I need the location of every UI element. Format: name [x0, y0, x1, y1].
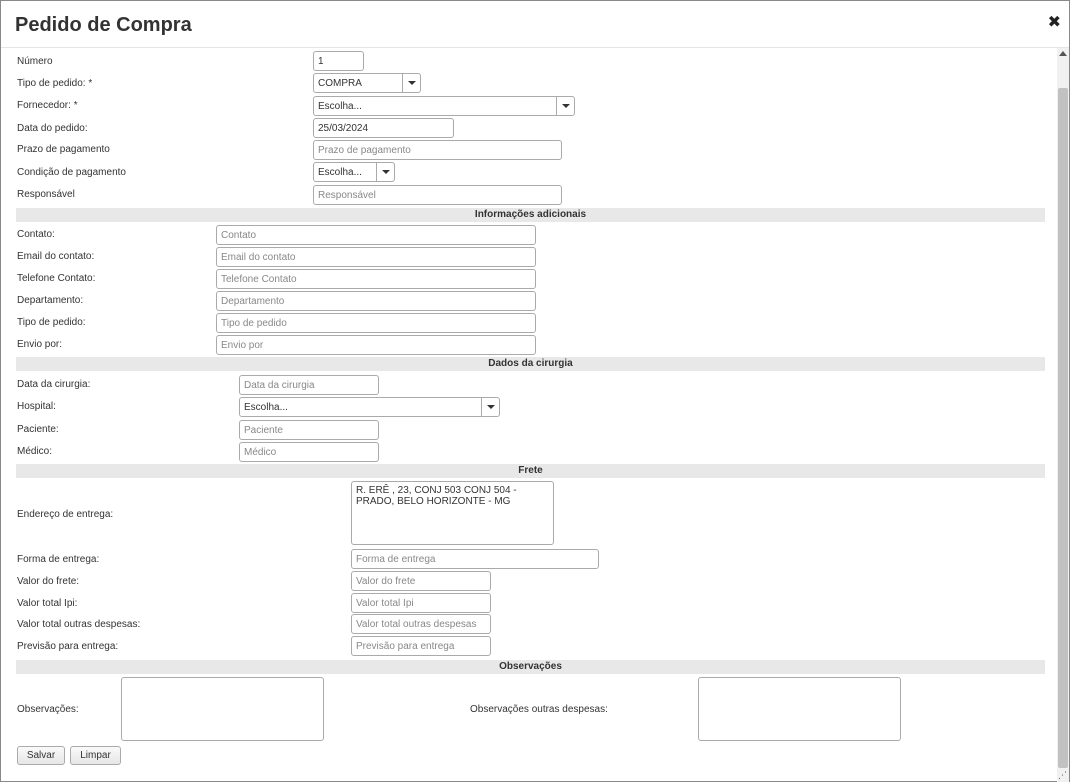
envio-input[interactable]: [216, 335, 536, 355]
info-tipo-pedido-input[interactable]: [216, 313, 536, 333]
dialog-titlebar: Pedido de Compra ✖: [1, 1, 1069, 48]
data-pedido-input[interactable]: [313, 118, 454, 138]
section-info-header: Informações adicionais: [16, 208, 1045, 222]
valor-ipi-input[interactable]: [351, 593, 491, 613]
section-observacoes-header: Observações: [16, 660, 1045, 674]
prazo-pagamento-input[interactable]: [313, 140, 562, 160]
vertical-scrollbar[interactable]: [1057, 48, 1069, 782]
hospital-select[interactable]: Escolha...: [239, 397, 500, 417]
condicao-pagamento-label: Condição de pagamento: [17, 167, 126, 178]
clear-button[interactable]: Limpar: [70, 746, 121, 765]
observacoes-outras-label: Observações outras despesas:: [470, 704, 608, 715]
required-marker: *: [88, 78, 93, 89]
departamento-label: Departamento:: [17, 295, 84, 306]
chevron-down-icon[interactable]: [556, 97, 574, 115]
medico-input[interactable]: [239, 442, 379, 462]
tipo-pedido-label: Tipo de pedido: *: [17, 78, 93, 89]
valor-outras-label: Valor total outras despesas:: [17, 619, 141, 630]
hospital-value: Escolha...: [244, 402, 288, 413]
numero-label: Número: [17, 56, 53, 67]
contato-input[interactable]: [216, 225, 536, 245]
tipo-pedido-value: COMPRA: [318, 78, 362, 89]
contato-label: Contato:: [17, 229, 55, 240]
chevron-down-icon[interactable]: [402, 74, 420, 92]
endereco-label: Endereço de entrega:: [17, 509, 114, 520]
email-input[interactable]: [216, 247, 536, 267]
info-tipo-pedido-label: Tipo de pedido:: [17, 317, 86, 328]
observacoes-label: Observações:: [17, 704, 79, 715]
fornecedor-label: Fornecedor: *: [17, 100, 78, 111]
data-cirurgia-label: Data da cirurgia:: [17, 379, 91, 390]
envio-label: Envio por:: [17, 339, 63, 350]
section-frete-header: Frete: [16, 464, 1045, 478]
telefone-label: Telefone Contato:: [17, 273, 96, 284]
previsao-input[interactable]: [351, 636, 491, 656]
hospital-label: Hospital:: [17, 401, 56, 412]
previsao-label: Previsão para entrega:: [17, 641, 119, 652]
condicao-pagamento-select[interactable]: Escolha...: [313, 162, 395, 182]
departamento-input[interactable]: [216, 291, 536, 311]
chevron-down-icon[interactable]: [376, 163, 394, 181]
email-label: Email do contato:: [17, 251, 95, 262]
fornecedor-value: Escolha...: [318, 101, 362, 112]
endereco-textarea[interactable]: R. ERÊ , 23, CONJ 503 CONJ 504 - PRADO, …: [351, 481, 554, 545]
medico-label: Médico:: [17, 446, 53, 457]
prazo-pagamento-label: Prazo de pagamento: [17, 144, 110, 155]
valor-ipi-label: Valor total Ipi:: [17, 598, 78, 609]
forma-entrega-input[interactable]: [351, 549, 599, 569]
scrollbar-thumb[interactable]: [1058, 88, 1068, 768]
forma-entrega-label: Forma de entrega:: [17, 554, 100, 565]
tipo-pedido-select[interactable]: COMPRA: [313, 73, 421, 93]
chevron-down-icon[interactable]: [481, 398, 499, 416]
condicao-pagamento-value: Escolha...: [318, 167, 362, 178]
numero-input[interactable]: [313, 51, 364, 71]
save-button[interactable]: Salvar: [17, 746, 65, 765]
observacoes-outras-textarea[interactable]: [698, 677, 901, 741]
valor-frete-input[interactable]: [351, 571, 491, 591]
data-pedido-label: Data do pedido:: [17, 123, 88, 134]
section-cirurgia-header: Dados da cirurgia: [16, 357, 1045, 371]
scroll-up-icon[interactable]: [1059, 51, 1067, 56]
observacoes-textarea[interactable]: [121, 677, 324, 741]
valor-frete-label: Valor do frete:: [17, 576, 80, 587]
paciente-label: Paciente:: [17, 424, 59, 435]
close-icon[interactable]: ✖: [1048, 15, 1061, 31]
paciente-input[interactable]: [239, 420, 379, 440]
fornecedor-select[interactable]: Escolha...: [313, 96, 575, 116]
data-cirurgia-input[interactable]: [239, 375, 379, 395]
dialog-title: Pedido de Compra: [15, 14, 192, 36]
valor-outras-input[interactable]: [351, 614, 491, 634]
purchase-order-dialog: Pedido de Compra ✖ Número Tipo de pedido…: [0, 0, 1070, 782]
responsavel-input[interactable]: [313, 185, 562, 205]
responsavel-label: Responsável: [17, 189, 75, 200]
required-marker: *: [73, 100, 78, 111]
resize-grip-icon[interactable]: ⋰: [1058, 770, 1068, 780]
telefone-input[interactable]: [216, 269, 536, 289]
